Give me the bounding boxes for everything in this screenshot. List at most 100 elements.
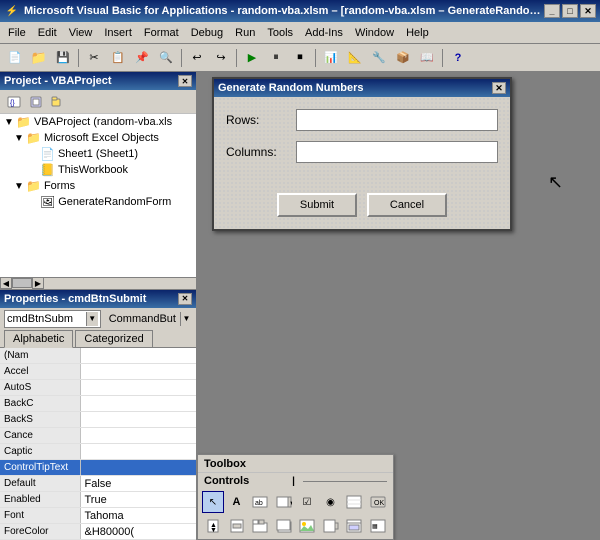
tree-item-excel-objects[interactable]: ▼ 📁 Microsoft Excel Objects	[0, 130, 196, 146]
table-row[interactable]: Cance	[0, 428, 196, 444]
right-area: Generate Random Numbers ✕ Rows: Columns:…	[197, 72, 600, 540]
close-button[interactable]: ✕	[580, 4, 596, 18]
menu-help[interactable]: Help	[400, 25, 435, 41]
tab-alphabetic[interactable]: Alphabetic	[4, 330, 73, 348]
project-scrollbar[interactable]: ◀ ▶	[0, 277, 196, 289]
tree-item-thisworkbook[interactable]: 📒 ThisWorkbook	[0, 162, 196, 178]
toolbox-select[interactable]: ↖	[202, 491, 224, 513]
tb-sep2	[181, 49, 182, 67]
toolbox-multipage[interactable]	[273, 515, 295, 537]
toolbox-section-label: Controls	[204, 475, 288, 487]
tb-cut[interactable]: ✂	[83, 47, 105, 69]
tb-obj-browser[interactable]: 📖	[416, 47, 438, 69]
table-row[interactable]: FontTahoma	[0, 508, 196, 524]
toolbox-extra1[interactable]	[343, 515, 365, 537]
tb-sep5	[442, 49, 443, 67]
toolbox-image[interactable]	[296, 515, 318, 537]
prop-name: ForeColor	[0, 524, 80, 540]
menu-debug[interactable]: Debug	[185, 25, 229, 41]
toolbox-spinbutton[interactable]: ▲▼	[202, 515, 224, 537]
tab-categorized[interactable]: Categorized	[75, 330, 152, 347]
tb-redo[interactable]: ↪	[210, 47, 232, 69]
tb-proj[interactable]: 📦	[392, 47, 414, 69]
menu-run[interactable]: Run	[229, 25, 261, 41]
title-bar: ⚡ Microsoft Visual Basic for Application…	[0, 0, 600, 22]
toolbox-listbox[interactable]	[343, 491, 365, 513]
tb-save[interactable]: 💾	[52, 47, 74, 69]
rows-input[interactable]	[296, 109, 498, 131]
tree-item-sheet1[interactable]: 📄 Sheet1 (Sheet1)	[0, 146, 196, 162]
submit-button[interactable]: Submit	[277, 193, 357, 217]
table-row[interactable]: Captic	[0, 444, 196, 460]
tb-folder[interactable]: 📁	[28, 47, 50, 69]
dialog-close-button[interactable]: ✕	[492, 82, 506, 94]
toolbox-combobox[interactable]: ▼	[273, 491, 295, 513]
menu-insert[interactable]: Insert	[98, 25, 138, 41]
scroll-thumb[interactable]	[12, 278, 32, 288]
table-row[interactable]: BackS	[0, 412, 196, 428]
tb-new[interactable]: 📄	[4, 47, 26, 69]
menu-tools[interactable]: Tools	[261, 25, 299, 41]
project-close-button[interactable]: ✕	[178, 75, 192, 87]
maximize-button[interactable]: □	[562, 4, 578, 18]
toolbox-checkbox[interactable]: ☑	[296, 491, 318, 513]
prop-name: Font	[0, 508, 80, 524]
cancel-button[interactable]: Cancel	[367, 193, 447, 217]
columns-input[interactable]	[296, 141, 498, 163]
proj-toggle-folders[interactable]	[48, 93, 68, 111]
scroll-left[interactable]: ◀	[0, 277, 12, 289]
tree-item-vbaproject[interactable]: ▼ 📁 VBAProject (random-vba.xls	[0, 114, 196, 130]
tree-item-generaterandomform[interactable]: 🖼 GenerateRandomForm	[0, 194, 196, 210]
tb-find[interactable]: 🔍	[155, 47, 177, 69]
project-panel-header: Project - VBAProject ✕	[0, 72, 196, 90]
toolbox-textbox[interactable]: ab	[249, 491, 271, 513]
tb-paste[interactable]: 📌	[131, 47, 153, 69]
dropdown-arrow-icon[interactable]: ▼	[86, 312, 98, 326]
table-row[interactable]: Accel	[0, 364, 196, 380]
toolbox-optionbutton[interactable]: ◉	[320, 491, 342, 513]
tb-stop[interactable]: ⏹	[289, 47, 311, 69]
tb-copy[interactable]: 📋	[107, 47, 129, 69]
table-row[interactable]: (Nam	[0, 348, 196, 364]
menu-edit[interactable]: Edit	[32, 25, 63, 41]
tb-design[interactable]: 📐	[344, 47, 366, 69]
properties-close-button[interactable]: ✕	[178, 293, 192, 305]
toolbox-extra2[interactable]: ▦	[367, 515, 389, 537]
type-dropdown-arrow[interactable]: ▼	[180, 312, 192, 326]
table-row[interactable]: ControlTipText	[0, 460, 196, 476]
tb-excel[interactable]: 📊	[320, 47, 342, 69]
dialog-buttons: Submit Cancel	[214, 185, 510, 229]
props-object-dropdown[interactable]: cmdBtnSubm ▼	[4, 310, 101, 328]
menu-format[interactable]: Format	[138, 25, 185, 41]
toolbox-scrollbar[interactable]	[226, 515, 248, 537]
minimize-button[interactable]: _	[544, 4, 560, 18]
tb-run[interactable]: ▶	[241, 47, 263, 69]
left-panel: Project - VBAProject ✕ {}	[0, 72, 197, 540]
table-row[interactable]: BackC	[0, 396, 196, 412]
toolbox-tabstrip[interactable]	[249, 515, 271, 537]
tb-help[interactable]: ?	[447, 47, 469, 69]
toolbox-togglebutton[interactable]: OK	[367, 491, 389, 513]
table-row[interactable]: AutoS	[0, 380, 196, 396]
tree-item-forms[interactable]: ▼ 📁 Forms	[0, 178, 196, 194]
scroll-right[interactable]: ▶	[32, 277, 44, 289]
expand-icon: ▼	[4, 117, 14, 128]
toolbox-refeditor[interactable]	[320, 515, 342, 537]
menu-window[interactable]: Window	[349, 25, 400, 41]
toolbox-label[interactable]: A	[226, 491, 248, 513]
tb-undo[interactable]: ↩	[186, 47, 208, 69]
tb-props[interactable]: 🔧	[368, 47, 390, 69]
tb-pause[interactable]: ⏸	[265, 47, 287, 69]
prop-value	[80, 444, 196, 460]
table-row[interactable]: ForeColor&H80000(	[0, 524, 196, 540]
title-buttons: _ □ ✕	[544, 4, 596, 18]
proj-view-code[interactable]: {}	[4, 93, 24, 111]
menu-file[interactable]: File	[2, 25, 32, 41]
menu-view[interactable]: View	[63, 25, 99, 41]
proj-view-object[interactable]	[26, 93, 46, 111]
app-icon: ⚡	[4, 3, 20, 19]
table-row[interactable]: EnabledTrue	[0, 492, 196, 508]
menu-addins[interactable]: Add-Ins	[299, 25, 349, 41]
table-row[interactable]: DefaultFalse	[0, 476, 196, 492]
dialog-title-text: Generate Random Numbers	[218, 82, 363, 94]
